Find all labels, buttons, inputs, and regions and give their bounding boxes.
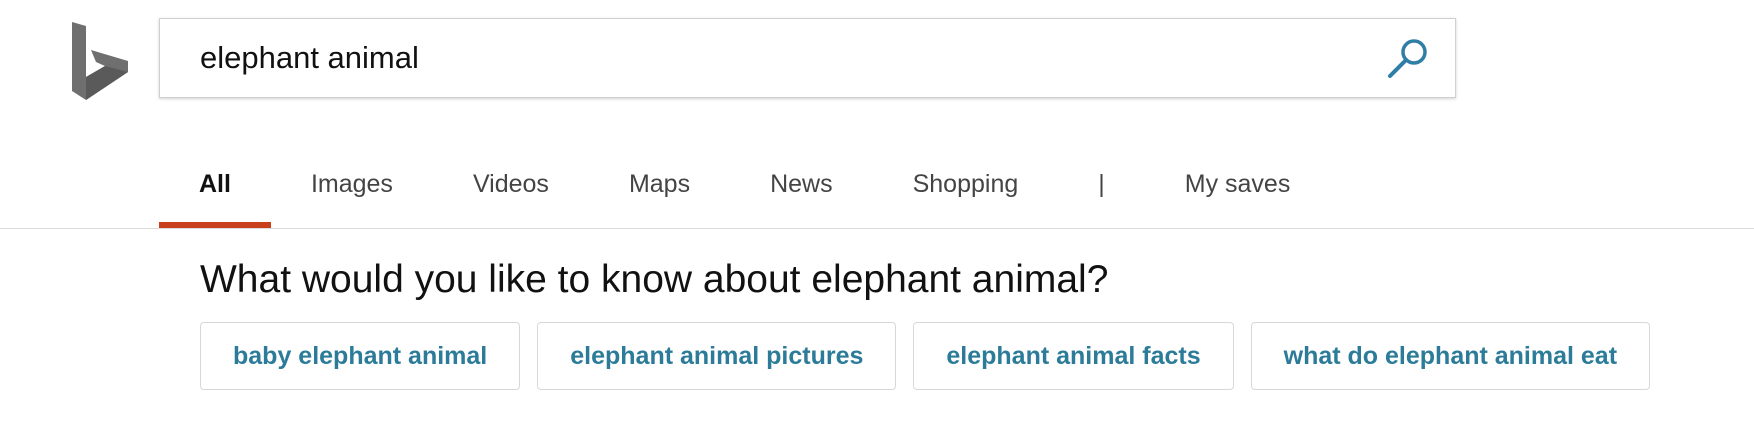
tab-images[interactable]: Images [271,150,433,232]
tab-all[interactable]: All [159,150,271,232]
related-heading: What would you like to know about elepha… [200,258,1109,301]
search-icon [1388,39,1427,78]
search-results-page: All Images Videos Maps News Shopping | M… [0,0,1754,424]
bing-logo-icon[interactable] [72,22,128,100]
tab-my-saves[interactable]: My saves [1145,150,1331,232]
related-chip-what-do-elephant-animal-eat[interactable]: what do elephant animal eat [1250,322,1651,390]
search-input[interactable] [200,19,1350,97]
search-tabs: All Images Videos Maps News Shopping | M… [159,150,1330,230]
tab-separator: | [1098,170,1105,198]
related-chip-elephant-animal-pictures[interactable]: elephant animal pictures [537,322,897,390]
tab-news[interactable]: News [730,150,873,232]
related-searches: baby elephant animal elephant animal pic… [200,322,1651,390]
search-button[interactable] [1385,37,1431,81]
tab-videos[interactable]: Videos [433,150,589,232]
tab-maps[interactable]: Maps [589,150,730,232]
tab-shopping[interactable]: Shopping [873,150,1059,232]
related-chip-elephant-animal-facts[interactable]: elephant animal facts [913,322,1234,390]
related-chip-baby-elephant-animal[interactable]: baby elephant animal [200,322,521,390]
search-box [159,18,1456,98]
tabs-divider [0,228,1754,229]
